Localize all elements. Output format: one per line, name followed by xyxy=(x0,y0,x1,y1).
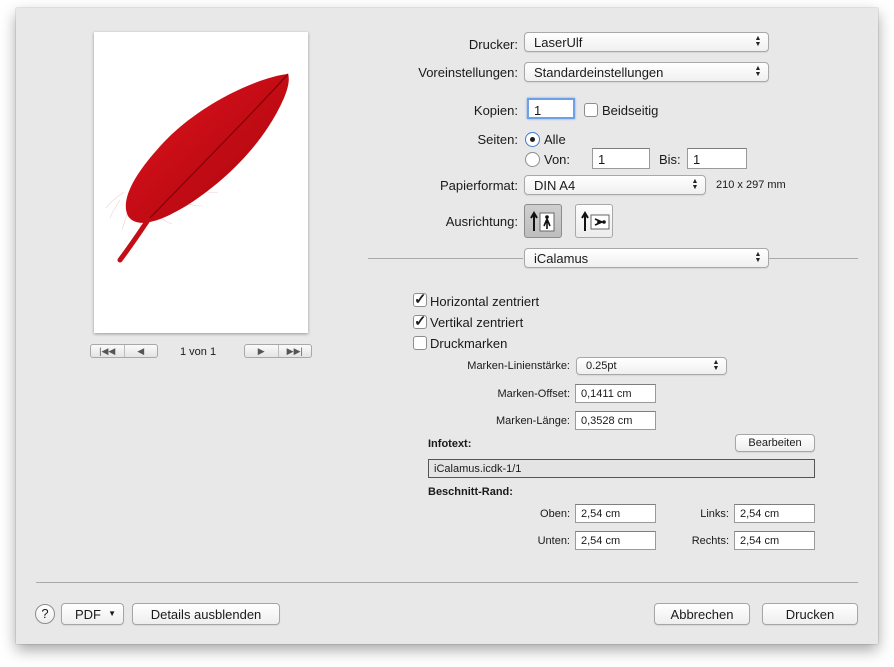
pages-range-radio[interactable] xyxy=(525,152,540,167)
portrait-icon xyxy=(530,211,555,232)
page-preview xyxy=(94,32,308,333)
mark-length-input[interactable]: 0,3528 cm xyxy=(575,411,656,430)
paper-size-text: 210 x 297 mm xyxy=(716,179,786,191)
pdf-label: PDF xyxy=(75,607,101,622)
bleed-top-input[interactable]: 2,54 cm xyxy=(575,504,656,523)
duplex-label: Beidseitig xyxy=(602,103,659,118)
popup-arrows-icon: ▲ ▼ xyxy=(754,35,762,48)
bleed-left-input[interactable]: 2,54 cm xyxy=(734,504,815,523)
chevron-down-icon: ▼ xyxy=(108,609,116,618)
pages-from-input[interactable]: 1 xyxy=(592,148,650,169)
last-page-icon[interactable]: ▶▶| xyxy=(277,345,312,357)
popup-arrows-icon: ▲ ▼ xyxy=(754,65,762,78)
preview-forward-buttons[interactable]: ▶ ▶▶| xyxy=(244,344,312,358)
checkmark-icon: ✓ xyxy=(414,313,427,330)
print-marks-label: Druckmarken xyxy=(430,336,508,351)
print-button[interactable]: Drucken xyxy=(762,603,858,625)
horizontal-center-label: Horizontal zentriert xyxy=(430,294,540,309)
copies-label: Kopien: xyxy=(473,103,518,118)
preview-back-buttons[interactable]: |◀◀ ◀ xyxy=(90,344,158,358)
popup-arrows-icon: ▲ ▼ xyxy=(754,251,762,264)
duplex-checkbox[interactable] xyxy=(584,103,598,117)
bleed-left-label: Links: xyxy=(700,508,729,520)
bleed-label: Beschnitt-Rand: xyxy=(428,486,513,498)
landscape-icon xyxy=(581,211,610,231)
first-page-icon[interactable]: |◀◀ xyxy=(91,345,124,357)
paper-label: Papierformat: xyxy=(439,178,518,193)
edit-infotext-button[interactable]: Bearbeiten xyxy=(735,434,815,452)
preview-page-indicator: 1 von 1 xyxy=(180,346,217,358)
bleed-bottom-input[interactable]: 2,54 cm xyxy=(575,531,656,550)
pages-all-label: Alle xyxy=(544,132,566,147)
pages-from-label: Von: xyxy=(544,152,571,167)
printer-value: LaserUlf xyxy=(534,35,583,50)
mark-line-width-value: 0.25pt xyxy=(586,360,617,372)
pages-all-radio[interactable] xyxy=(525,132,540,147)
printer-label: Drucker: xyxy=(468,37,518,52)
print-dialog: |◀◀ ◀ 1 von 1 ▶ ▶▶| Drucker: LaserUlf ▲ ▼… xyxy=(16,8,878,644)
next-page-icon[interactable]: ▶ xyxy=(245,345,278,357)
bleed-bottom-label: Unten: xyxy=(537,535,570,547)
previous-page-icon[interactable]: ◀ xyxy=(123,345,158,357)
feather-image xyxy=(105,73,289,263)
mark-offset-input[interactable]: 0,1411 cm xyxy=(575,384,656,403)
presets-label: Voreinstellungen: xyxy=(418,65,518,80)
checkmark-icon: ✓ xyxy=(414,291,427,308)
section-separator-left xyxy=(368,258,523,259)
presets-value: Standardeinstellungen xyxy=(534,65,664,80)
bleed-top-label: Oben: xyxy=(540,508,570,520)
pages-to-label: Bis: xyxy=(659,152,681,167)
footer-separator xyxy=(36,582,858,583)
mark-offset-label: Marken-Offset: xyxy=(497,388,570,400)
horizontal-center-checkbox[interactable]: ✓ xyxy=(413,291,427,308)
paper-select[interactable]: DIN A4 ▲ ▼ xyxy=(524,175,706,195)
cancel-button[interactable]: Abbrechen xyxy=(654,603,750,625)
popup-arrows-icon: ▲ ▼ xyxy=(691,178,699,191)
mark-length-label: Marken-Länge: xyxy=(496,415,570,427)
bleed-right-input[interactable]: 2,54 cm xyxy=(734,531,815,550)
vertical-center-checkbox[interactable]: ✓ xyxy=(413,313,427,330)
pages-label: Seiten: xyxy=(477,132,518,147)
paper-value: DIN A4 xyxy=(534,178,576,193)
copies-input[interactable]: 1 xyxy=(527,98,575,119)
popup-arrows-icon: ▲ ▼ xyxy=(712,359,720,372)
hide-details-button[interactable]: Details ausblenden xyxy=(132,603,280,625)
infotext-label: Infotext: xyxy=(428,438,472,450)
section-separator-right xyxy=(769,258,858,259)
infotext-field[interactable]: iCalamus.icdk-1/1 xyxy=(428,459,815,478)
section-select[interactable]: iCalamus ▲ ▼ xyxy=(524,248,769,268)
mark-line-width-label: Marken-Linienstärke: xyxy=(467,360,570,372)
mark-line-width-select[interactable]: 0.25pt ▲ ▼ xyxy=(576,357,727,375)
print-marks-checkbox[interactable] xyxy=(413,336,427,350)
landscape-orientation-button[interactable] xyxy=(575,204,613,238)
orientation-label: Ausrichtung: xyxy=(445,214,518,229)
help-button[interactable]: ? xyxy=(35,604,55,624)
section-value: iCalamus xyxy=(534,251,589,266)
pdf-menu-button[interactable]: PDF ▼ xyxy=(61,603,124,625)
portrait-orientation-button[interactable] xyxy=(524,204,562,238)
vertical-center-label: Vertikal zentriert xyxy=(430,315,524,330)
pages-to-input[interactable]: 1 xyxy=(687,148,747,169)
presets-select[interactable]: Standardeinstellungen ▲ ▼ xyxy=(524,62,769,82)
bleed-right-label: Rechts: xyxy=(691,535,729,547)
printer-select[interactable]: LaserUlf ▲ ▼ xyxy=(524,32,769,52)
